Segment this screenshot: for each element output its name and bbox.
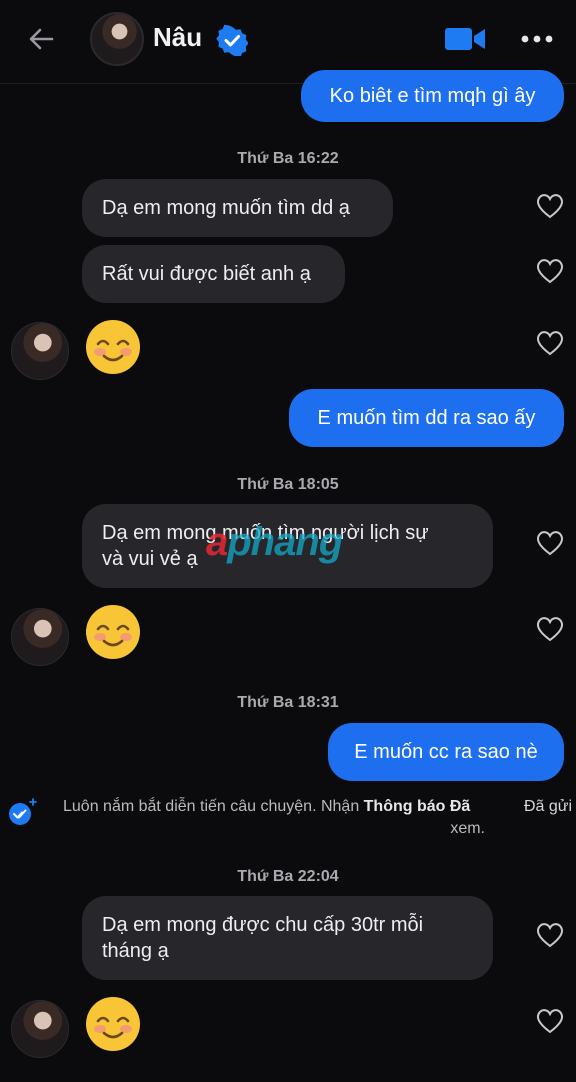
- heart-icon[interactable]: [535, 191, 565, 221]
- outgoing-message[interactable]: Ko biêt e tìm mqh gì ây: [301, 70, 564, 122]
- contact-avatar[interactable]: [11, 322, 69, 380]
- read-receipt-link[interactable]: Thông báo Đã: [364, 798, 471, 815]
- heart-icon[interactable]: [535, 1006, 565, 1036]
- arrow-left-icon[interactable]: [24, 22, 58, 56]
- read-receipt-icon: [9, 798, 37, 825]
- heart-icon[interactable]: [535, 528, 565, 558]
- message-text-line: tháng ạ: [102, 940, 169, 962]
- contact-name[interactable]: Nâu: [153, 22, 202, 53]
- heart-icon[interactable]: [535, 920, 565, 950]
- verified-badge-icon: [216, 24, 248, 56]
- contact-avatar[interactable]: [90, 12, 144, 66]
- incoming-message[interactable]: Dạ em mong được chu cấp 30tr mỗi tháng ạ: [82, 896, 493, 980]
- contact-avatar[interactable]: [11, 1000, 69, 1058]
- outgoing-message[interactable]: E muốn tìm dd ra sao ấy: [289, 389, 564, 447]
- heart-icon[interactable]: [535, 614, 565, 644]
- timestamp: Thứ Ba 18:05: [237, 476, 339, 493]
- message-text: Rất vui được biết anh ạ: [102, 263, 311, 285]
- watermark-logo: aphang: [206, 520, 343, 564]
- heart-icon[interactable]: [535, 256, 565, 286]
- outgoing-message[interactable]: E muốn cc ra sao nè: [328, 723, 564, 781]
- message-text: E muốn tìm dd ra sao ấy: [317, 407, 536, 429]
- message-text: Dạ em mong muốn tìm dd ạ: [102, 197, 350, 219]
- message-text-line: và vui vẻ ạ: [102, 548, 198, 570]
- incoming-message[interactable]: Dạ em mong muốn tìm dd ạ: [82, 179, 393, 237]
- read-receipt-notice: Luôn nắm bắt diễn tiến câu chuyện. Nhận …: [63, 798, 485, 837]
- timestamp: Thứ Ba 18:31: [237, 694, 339, 711]
- message-text: Ko biêt e tìm mqh gì ây: [329, 85, 536, 107]
- smiling-blush-emoji-icon: [86, 997, 140, 1051]
- smiling-blush-emoji-icon: [86, 320, 140, 374]
- heart-icon[interactable]: [535, 328, 565, 358]
- sent-status: Đã gửi: [523, 798, 572, 815]
- video-camera-icon[interactable]: [444, 25, 486, 53]
- incoming-message[interactable]: Rất vui được biết anh ạ: [82, 245, 345, 303]
- message-text: E muốn cc ra sao nè: [354, 741, 538, 763]
- more-dots-icon[interactable]: [520, 29, 554, 49]
- timestamp: Thứ Ba 22:04: [237, 868, 339, 885]
- timestamp: Thứ Ba 16:22: [237, 150, 339, 167]
- message-text-line: Dạ em mong được chu cấp 30tr mỗi: [102, 914, 424, 936]
- smiling-blush-emoji-icon: [86, 605, 140, 659]
- contact-avatar[interactable]: [11, 608, 69, 666]
